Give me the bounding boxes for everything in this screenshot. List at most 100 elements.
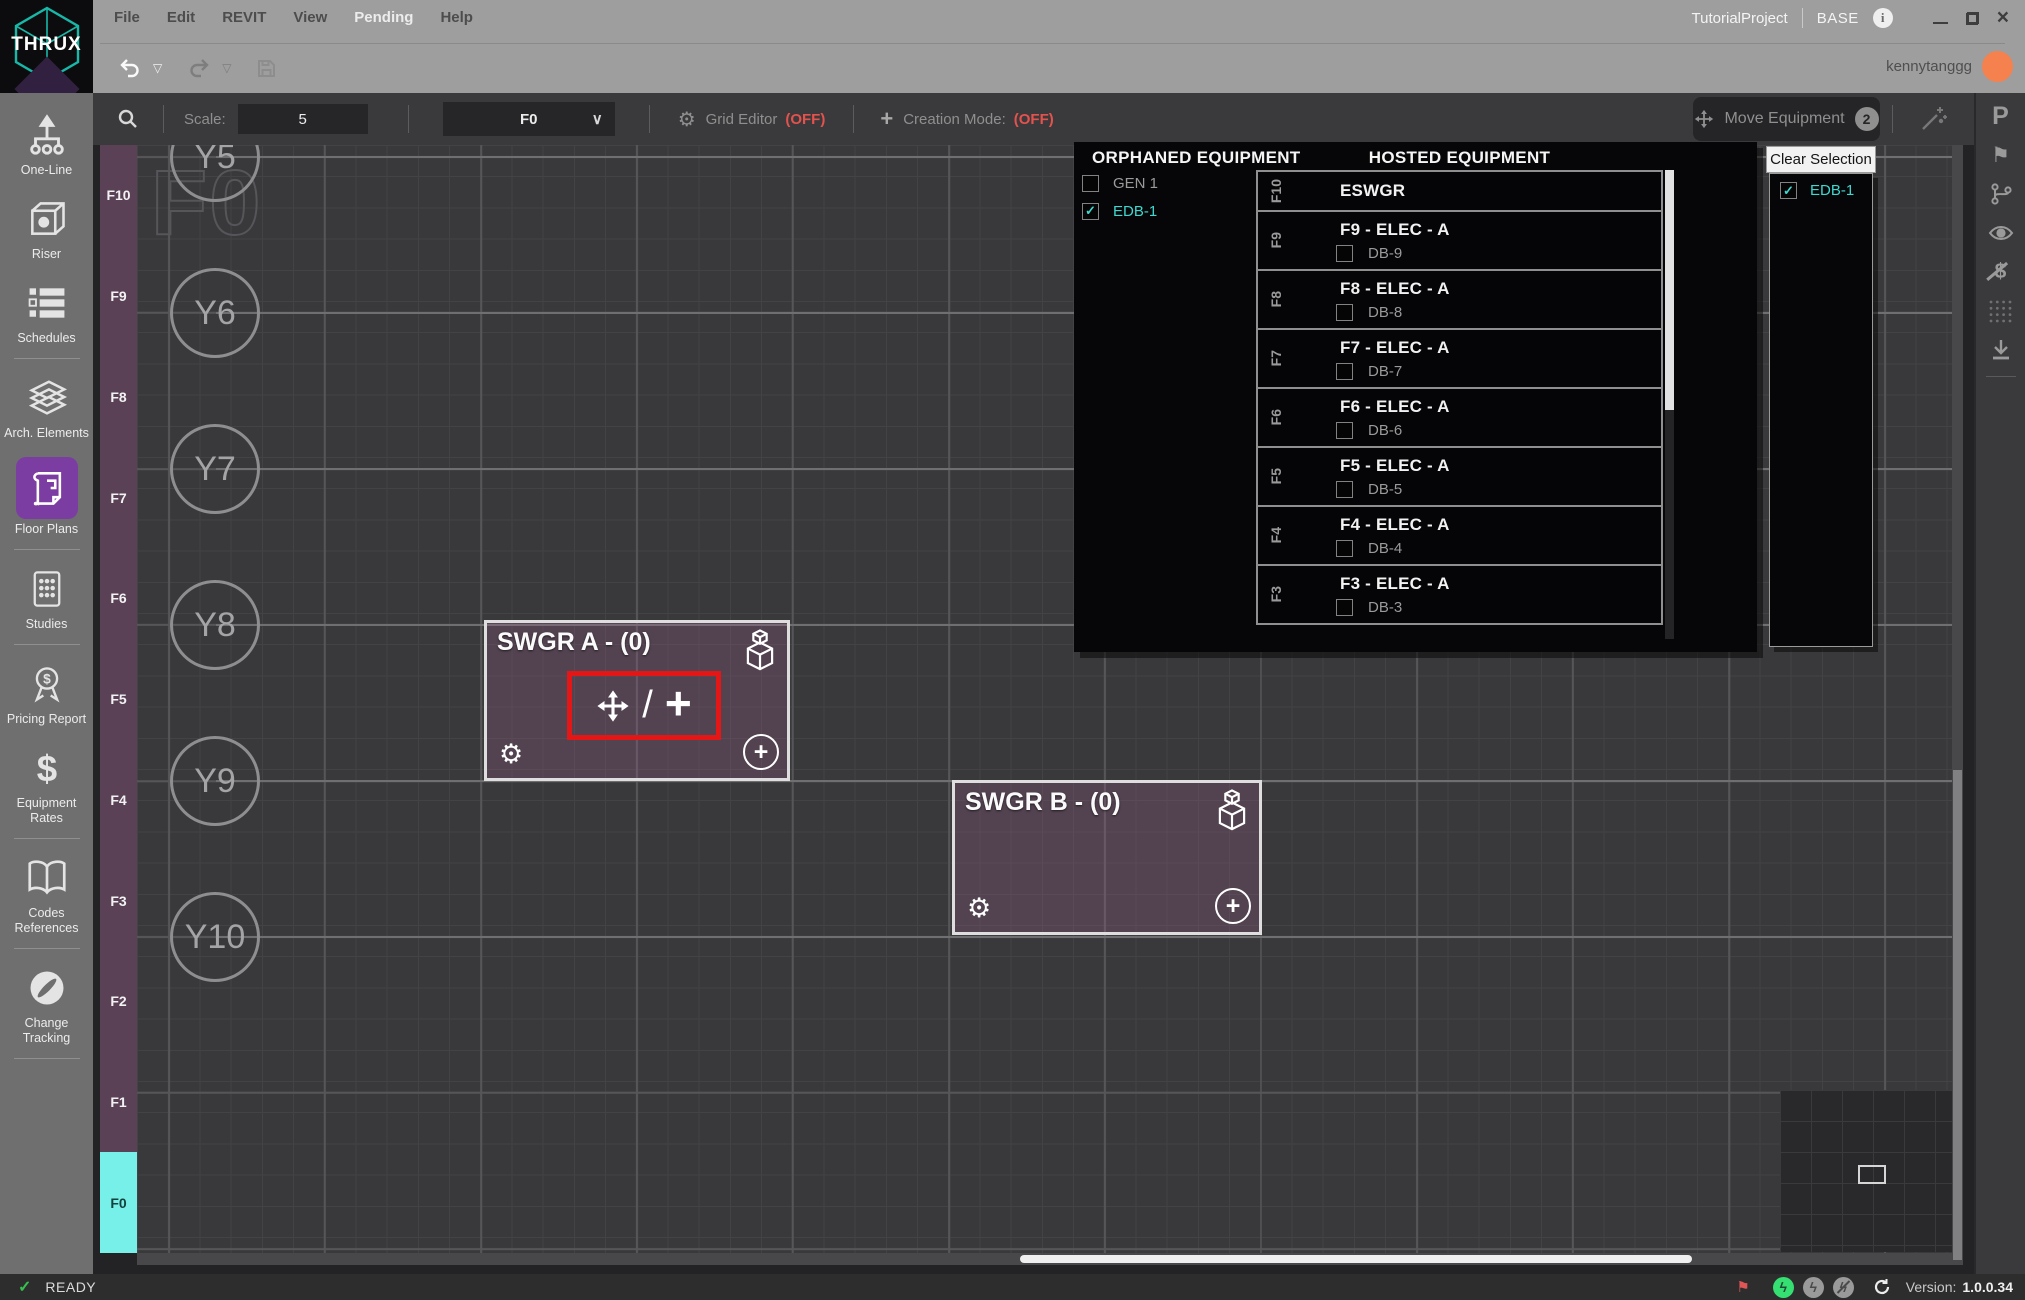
checkbox-unchecked[interactable]: ✓ [1336,304,1353,321]
floor-cell-f10[interactable]: F10 [100,145,137,246]
equipment-cube-icon[interactable] [1212,788,1252,834]
room-settings-gear-icon[interactable]: ⚙ [499,739,523,770]
horizontal-scrollbar[interactable] [137,1253,1952,1265]
sidebar-item-schedules[interactable]: Schedules [0,269,93,353]
checkbox-unchecked[interactable]: ✓ [1336,540,1353,557]
dollar-disabled-icon[interactable]: $ [1988,259,2014,285]
checkbox-unchecked[interactable]: ✓ [1336,245,1353,262]
creation-mode-label[interactable]: Creation Mode: [903,111,1006,128]
floor-cell-f8[interactable]: F8 [100,346,137,447]
floor-cell-f4[interactable]: F4 [100,749,137,850]
panel-scrollbar[interactable] [1665,170,1674,639]
checkbox-unchecked[interactable]: ✓ [1336,599,1353,616]
grid-bubble-y10: Y10 [170,892,260,982]
power-status-off-icon[interactable]: ϟ [1833,1277,1854,1298]
undo-icon[interactable] [118,56,142,80]
floor-cell-f3[interactable]: F3 [100,850,137,951]
magic-wand-icon[interactable] [1919,103,1949,133]
dot-grid-icon[interactable] [1988,298,2014,324]
sidebar-item-riser[interactable]: Riser [0,185,93,269]
floor-cell-f5[interactable]: F5 [100,649,137,750]
grid-editor-label[interactable]: Grid Editor [706,111,778,128]
creation-mode-plus-icon[interactable]: + [880,109,893,129]
clear-selection-button[interactable]: Clear Selection [1766,146,1876,173]
checkbox-unchecked[interactable]: ✓ [1336,363,1353,380]
hosted-row-f7[interactable]: F7 F7 - ELEC - A ✓ DB-7 [1256,328,1663,389]
power-status-on-icon[interactable]: ϟ [1773,1277,1794,1298]
orphaned-item-gen1[interactable]: ✓ GEN 1 [1082,172,1158,194]
grid-editor-gear-icon[interactable]: ⚙ [678,107,696,132]
sidebar-item-pricing-report[interactable]: $ Pricing Report [0,650,93,734]
hosted-row-f4[interactable]: F4 F4 - ELEC - A ✓ DB-4 [1256,505,1663,566]
search-icon[interactable] [93,108,163,130]
orphaned-item-edb1[interactable]: ✓ EDB-1 [1082,200,1158,222]
power-status-idle-icon[interactable]: ϟ [1803,1277,1824,1298]
download-icon[interactable] [1988,337,2014,363]
hosted-row-f5[interactable]: F5 F5 - ELEC - A ✓ DB-5 [1256,446,1663,507]
floor-cell-f9[interactable]: F9 [100,246,137,347]
hosted-row-f9[interactable]: F9 F9 - ELEC - A ✓ DB-9 [1256,210,1663,271]
menu-file[interactable]: File [114,9,140,26]
minimap[interactable] [1780,1090,1952,1252]
sidebar-item-change-tracking[interactable]: Change Tracking [0,954,93,1053]
parking-marker-icon[interactable]: P [1988,103,2014,129]
vertical-scrollbar-thumb[interactable] [1953,770,1962,1260]
panel-scrollbar-thumb[interactable] [1665,170,1674,410]
equipment-cube-icon[interactable] [740,628,780,674]
minimap-viewport[interactable] [1858,1165,1886,1184]
checkbox-unchecked[interactable]: ✓ [1082,175,1099,192]
hosted-row-f8[interactable]: F8 F8 - ELEC - A ✓ DB-8 [1256,269,1663,330]
selection-item-edb1[interactable]: ✓ EDB-1 [1780,182,1872,199]
hosted-row-f3[interactable]: F3 F3 - ELEC - A ✓ DB-3 [1256,564,1663,625]
status-flag-icon[interactable]: ⚑ [1736,1278,1749,1296]
undo-dropdown-icon[interactable]: ▽ [153,61,162,75]
row-floor-label: F8 [1268,291,1284,307]
checkbox-checked[interactable]: ✓ [1082,203,1099,220]
menu-view[interactable]: View [293,9,327,26]
floor-select[interactable]: F0 ∨ [443,102,615,136]
floor-cell-f6[interactable]: F6 [100,548,137,649]
move-equipment-button[interactable]: Move Equipment 2 [1693,97,1880,141]
info-icon[interactable]: i [1873,8,1893,28]
room-swgr-b[interactable]: SWGR B - (0) ⚙ + [952,780,1262,935]
checkbox-unchecked[interactable]: ✓ [1336,422,1353,439]
menu-pending[interactable]: Pending [354,9,413,26]
room-settings-gear-icon[interactable]: ⚙ [967,893,991,924]
menu-revit[interactable]: REVIT [222,9,266,26]
sidebar-item-equipment-rates[interactable]: $ Equipment Rates [0,734,93,833]
vertical-scrollbar[interactable] [1952,145,1963,1265]
checkbox-checked[interactable]: ✓ [1780,182,1797,199]
room-add-button[interactable]: + [1215,888,1251,924]
redo-icon[interactable] [187,56,211,80]
close-icon[interactable]: × [1997,9,2009,27]
room-add-button[interactable]: + [743,734,779,770]
horizontal-scrollbar-thumb[interactable] [1020,1255,1692,1263]
sync-icon[interactable] [1873,1278,1891,1296]
sidebar-item-studies[interactable]: Studies [0,555,93,639]
sidebar-item-codes-references[interactable]: Codes References [0,844,93,943]
branch-icon[interactable] [1988,181,2014,207]
flag-icon[interactable]: ⚑ [1988,142,2014,168]
user-avatar[interactable] [1982,51,2013,82]
checkbox-unchecked[interactable]: ✓ [1336,481,1353,498]
floor-cell-f2[interactable]: F2 [100,951,137,1052]
room-swgr-a[interactable]: SWGR A - (0) ⚙ + / + [484,620,790,781]
toolbar-divider [163,105,164,133]
equipment-name: F3 - ELEC - A [1340,574,1661,594]
save-icon[interactable] [256,58,277,79]
floor-cell-f1[interactable]: F1 [100,1052,137,1153]
sidebar-item-one-line[interactable]: One-Line [0,101,93,185]
scale-input[interactable]: 5 [238,104,368,134]
floor-cell-f0-active[interactable]: F0 [100,1152,137,1253]
menu-edit[interactable]: Edit [167,9,195,26]
hosted-row-f6[interactable]: F6 F6 - ELEC - A ✓ DB-6 [1256,387,1663,448]
hosted-row-f10[interactable]: F10 ESWGR [1256,170,1663,212]
floor-cell-f7[interactable]: F7 [100,447,137,548]
redo-dropdown-icon[interactable]: ▽ [222,61,231,75]
minimize-icon[interactable] [1933,22,1948,24]
sidebar-item-arch-elements[interactable]: Arch. Elements [0,364,93,448]
eye-icon[interactable] [1988,220,2014,246]
restore-icon[interactable] [1966,12,1979,25]
sidebar-item-floor-plans[interactable]: Floor Plans [0,448,93,544]
menu-help[interactable]: Help [440,9,473,26]
